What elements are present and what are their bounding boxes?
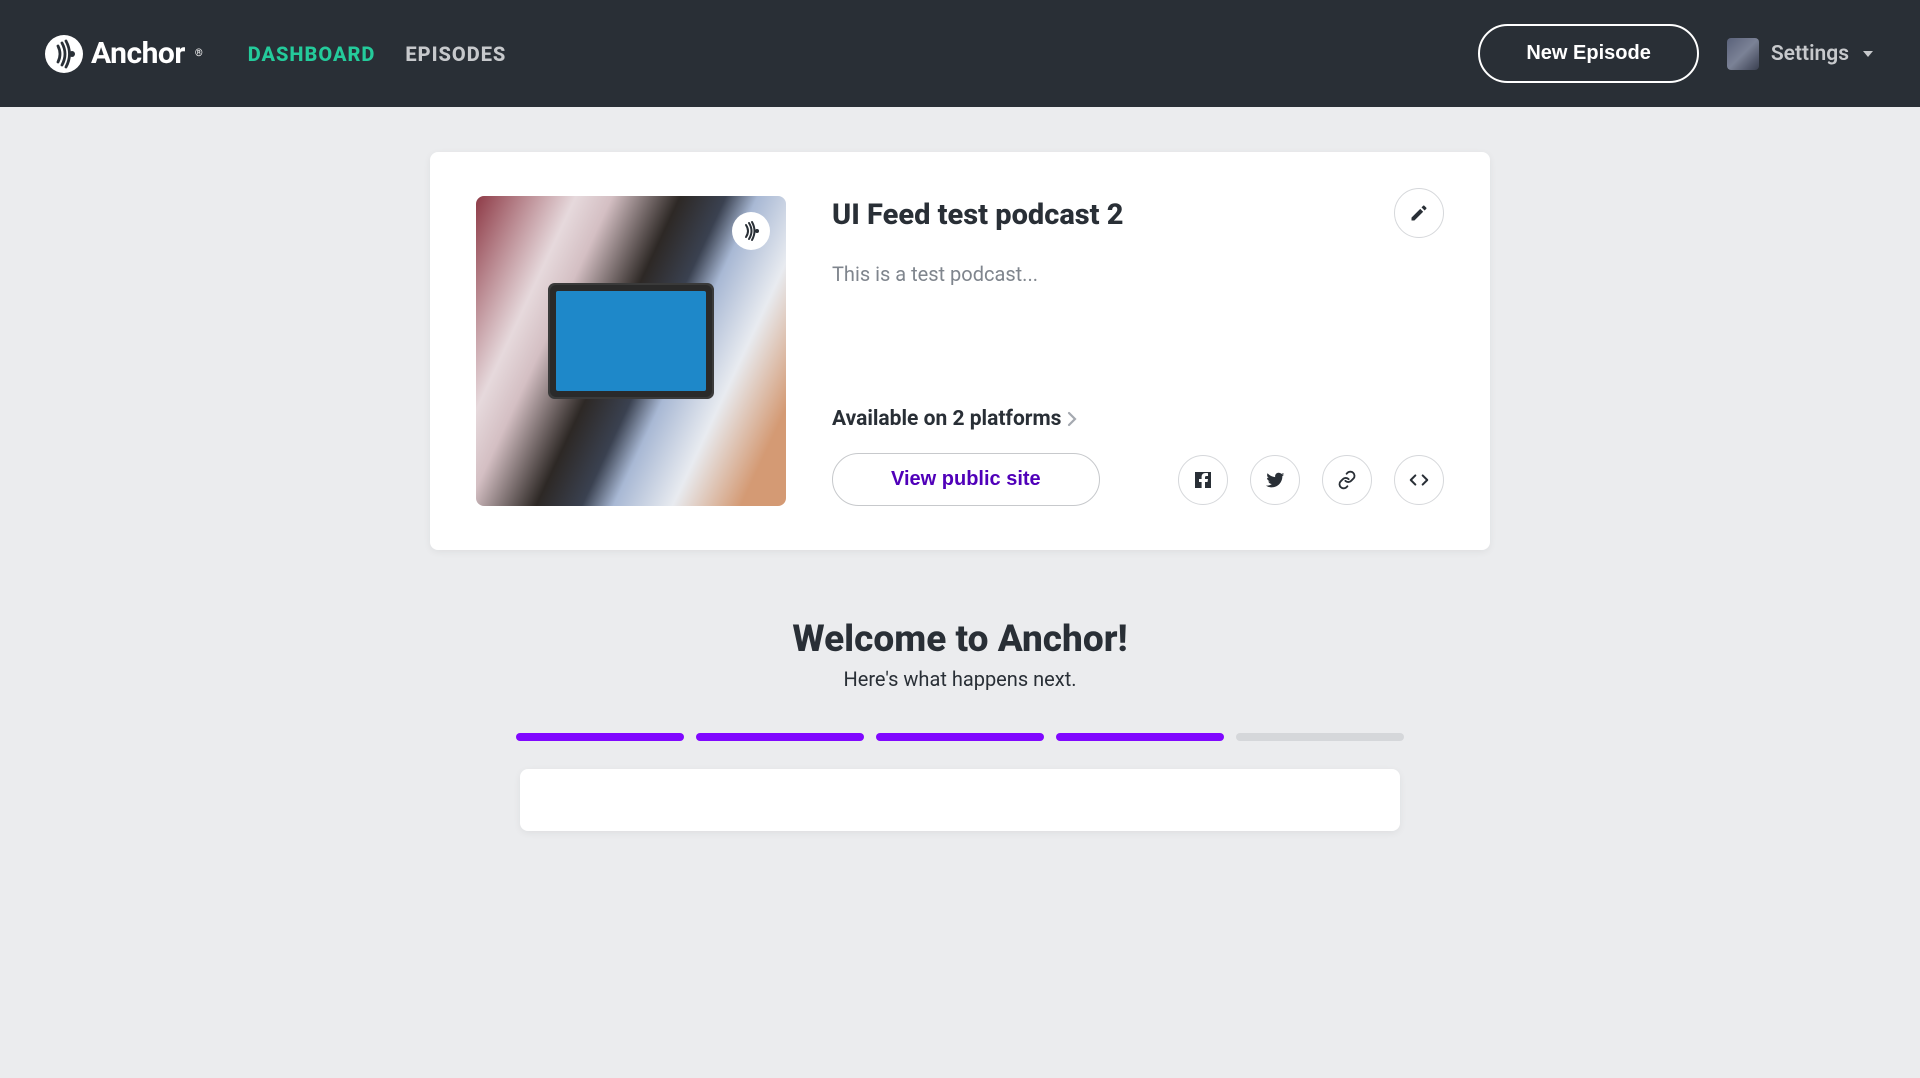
brand-name: Anchor bbox=[91, 36, 185, 71]
welcome-subtitle: Here's what happens next. bbox=[430, 667, 1490, 691]
chevron-down-icon bbox=[1861, 47, 1875, 61]
onboarding-progress bbox=[430, 733, 1490, 741]
copy-link-button[interactable] bbox=[1322, 455, 1372, 505]
pencil-icon bbox=[1409, 203, 1429, 223]
onboarding-step-card bbox=[520, 769, 1400, 831]
share-twitter-button[interactable] bbox=[1250, 455, 1300, 505]
podcast-description: This is a test podcast... bbox=[832, 262, 1444, 286]
welcome-section: Welcome to Anchor! Here's what happens n… bbox=[430, 618, 1490, 831]
progress-segment bbox=[1236, 733, 1404, 741]
twitter-icon bbox=[1264, 469, 1286, 491]
registered-mark: ® bbox=[195, 48, 203, 59]
embed-icon bbox=[1408, 469, 1430, 491]
share-facebook-button[interactable] bbox=[1178, 455, 1228, 505]
progress-segment bbox=[516, 733, 684, 741]
view-public-site-button[interactable]: View public site bbox=[832, 453, 1100, 506]
cover-anchor-badge bbox=[732, 212, 770, 250]
nav-episodes[interactable]: EPISODES bbox=[405, 42, 506, 66]
anchor-logo-icon bbox=[45, 35, 83, 73]
podcast-actions: View public site bbox=[832, 453, 1444, 506]
embed-button[interactable] bbox=[1394, 455, 1444, 505]
main-nav: DASHBOARD EPISODES bbox=[248, 42, 507, 66]
edit-podcast-button[interactable] bbox=[1394, 188, 1444, 238]
chevron-right-icon bbox=[1067, 411, 1077, 427]
facebook-icon bbox=[1193, 470, 1213, 490]
main-container: UI Feed test podcast 2 This is a test po… bbox=[430, 107, 1490, 831]
podcast-title: UI Feed test podcast 2 bbox=[832, 198, 1444, 232]
welcome-title: Welcome to Anchor! bbox=[430, 618, 1490, 661]
header-right: New Episode Settings bbox=[1478, 24, 1875, 83]
settings-menu[interactable]: Settings bbox=[1727, 38, 1875, 70]
nav-dashboard[interactable]: DASHBOARD bbox=[248, 42, 376, 66]
progress-segment bbox=[1056, 733, 1224, 741]
user-avatar bbox=[1727, 38, 1759, 70]
settings-label: Settings bbox=[1771, 42, 1849, 66]
podcast-cover-art bbox=[476, 196, 786, 506]
progress-segment bbox=[876, 733, 1044, 741]
progress-segment bbox=[696, 733, 864, 741]
podcast-card: UI Feed test podcast 2 This is a test po… bbox=[430, 152, 1490, 550]
platforms-label: Available on 2 platforms bbox=[832, 407, 1061, 431]
app-header: Anchor ® DASHBOARD EPISODES New Episode S… bbox=[0, 0, 1920, 107]
podcast-card-body: UI Feed test podcast 2 This is a test po… bbox=[832, 196, 1444, 506]
platforms-link[interactable]: Available on 2 platforms bbox=[832, 407, 1444, 431]
link-icon bbox=[1337, 470, 1357, 490]
new-episode-button[interactable]: New Episode bbox=[1478, 24, 1698, 83]
brand-logo[interactable]: Anchor ® bbox=[45, 35, 203, 73]
